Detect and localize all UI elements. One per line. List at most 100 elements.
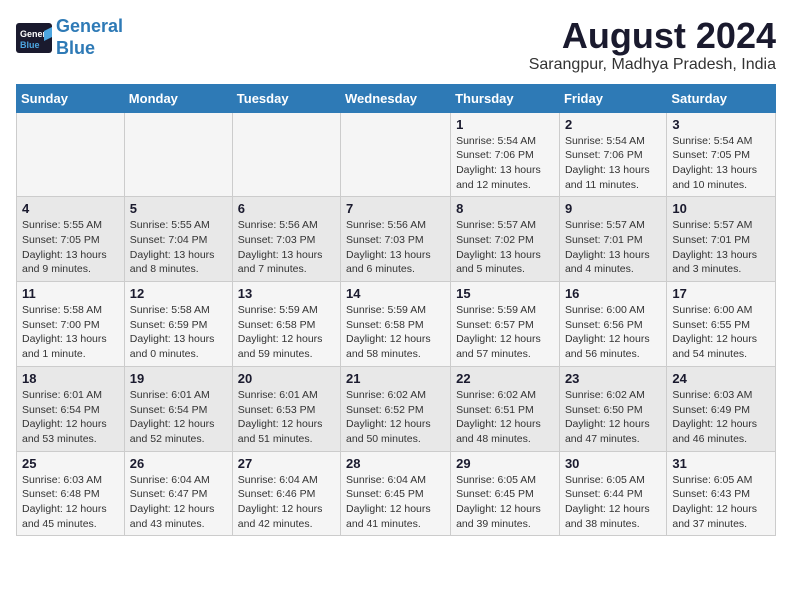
- day-cell: 19 Sunrise: 6:01 AMSunset: 6:54 PMDayligh…: [124, 366, 232, 451]
- calendar-header: SundayMondayTuesdayWednesdayThursdayFrid…: [17, 84, 776, 112]
- day-cell: 2Sunrise: 5:54 AMSunset: 7:06 PMDaylight…: [559, 112, 666, 197]
- day-number: 1: [456, 117, 554, 132]
- header-cell-friday: Friday: [559, 84, 666, 112]
- day-number: 28: [346, 456, 445, 471]
- day-cell: 14 Sunrise: 5:59 AMSunset: 6:58 PMDayligh…: [341, 282, 451, 367]
- day-cell: 17 Sunrise: 6:00 AMSunset: 6:55 PMDayligh…: [667, 282, 776, 367]
- day-cell: 5 Sunrise: 5:55 AMSunset: 7:04 PMDaylight…: [124, 197, 232, 282]
- day-detail: Sunrise: 5:59 AMSunset: 6:57 PMDaylight:…: [456, 303, 554, 362]
- day-detail: Sunrise: 6:02 AMSunset: 6:52 PMDaylight:…: [346, 388, 445, 447]
- day-cell: [232, 112, 340, 197]
- logo: General Blue General Blue: [16, 16, 123, 59]
- day-detail: Sunrise: 6:05 AMSunset: 6:45 PMDaylight:…: [456, 473, 554, 532]
- day-cell: 10Sunrise: 5:57 AMSunset: 7:01 PMDayligh…: [667, 197, 776, 282]
- day-detail: Sunrise: 6:04 AMSunset: 6:47 PMDaylight:…: [130, 473, 227, 532]
- day-detail: Sunrise: 5:58 AMSunset: 6:59 PMDaylight:…: [130, 303, 227, 362]
- day-cell: 22Sunrise: 6:02 AMSunset: 6:51 PMDayligh…: [451, 366, 560, 451]
- day-cell: 13 Sunrise: 5:59 AMSunset: 6:58 PMDayligh…: [232, 282, 340, 367]
- day-cell: 28 Sunrise: 6:04 AMSunset: 6:45 PMDayligh…: [341, 451, 451, 536]
- calendar-table: SundayMondayTuesdayWednesdayThursdayFrid…: [16, 84, 776, 537]
- day-number: 8: [456, 201, 554, 216]
- day-cell: 29 Sunrise: 6:05 AMSunset: 6:45 PMDayligh…: [451, 451, 560, 536]
- day-cell: 25 Sunrise: 6:03 AMSunset: 6:48 PMDayligh…: [17, 451, 125, 536]
- day-detail: Sunrise: 5:55 AMSunset: 7:05 PMDaylight:…: [22, 218, 119, 277]
- day-detail: Sunrise: 6:04 AMSunset: 6:46 PMDaylight:…: [238, 473, 335, 532]
- day-detail: Sunrise: 6:01 AMSunset: 6:54 PMDaylight:…: [130, 388, 227, 447]
- day-cell: 15 Sunrise: 5:59 AMSunset: 6:57 PMDayligh…: [451, 282, 560, 367]
- location-subtitle: Sarangpur, Madhya Pradesh, India: [529, 56, 776, 74]
- day-number: 18: [22, 371, 119, 386]
- week-row-1: 1 Sunrise: 5:54 AMSunset: 7:06 PMDaylight…: [17, 112, 776, 197]
- day-number: 3: [672, 117, 770, 132]
- day-cell: 7Sunrise: 5:56 AMSunset: 7:03 PMDaylight…: [341, 197, 451, 282]
- day-number: 14: [346, 286, 445, 301]
- day-number: 25: [22, 456, 119, 471]
- day-detail: Sunrise: 6:04 AMSunset: 6:45 PMDaylight:…: [346, 473, 445, 532]
- day-detail: Sunrise: 6:01 AMSunset: 6:54 PMDaylight:…: [22, 388, 119, 447]
- day-number: 17: [672, 286, 770, 301]
- day-detail: Sunrise: 5:54 AMSunset: 7:06 PMDaylight:…: [456, 134, 554, 193]
- day-number: 5: [130, 201, 227, 216]
- day-cell: 27 Sunrise: 6:04 AMSunset: 6:46 PMDayligh…: [232, 451, 340, 536]
- header-cell-wednesday: Wednesday: [341, 84, 451, 112]
- day-cell: 18 Sunrise: 6:01 AMSunset: 6:54 PMDayligh…: [17, 366, 125, 451]
- day-cell: 8 Sunrise: 5:57 AMSunset: 7:02 PMDaylight…: [451, 197, 560, 282]
- day-number: 21: [346, 371, 445, 386]
- day-cell: 23 Sunrise: 6:02 AMSunset: 6:50 PMDayligh…: [559, 366, 666, 451]
- day-detail: Sunrise: 6:05 AMSunset: 6:44 PMDaylight:…: [565, 473, 661, 532]
- day-number: 19: [130, 371, 227, 386]
- week-row-4: 18 Sunrise: 6:01 AMSunset: 6:54 PMDayligh…: [17, 366, 776, 451]
- day-number: 31: [672, 456, 770, 471]
- header-cell-saturday: Saturday: [667, 84, 776, 112]
- day-number: 24: [672, 371, 770, 386]
- day-number: 30: [565, 456, 661, 471]
- day-number: 29: [456, 456, 554, 471]
- day-number: 20: [238, 371, 335, 386]
- day-detail: Sunrise: 6:03 AMSunset: 6:48 PMDaylight:…: [22, 473, 119, 532]
- week-row-2: 4 Sunrise: 5:55 AMSunset: 7:05 PMDaylight…: [17, 197, 776, 282]
- day-number: 9: [565, 201, 661, 216]
- day-detail: Sunrise: 6:02 AMSunset: 6:51 PMDaylight:…: [456, 388, 554, 447]
- header-cell-sunday: Sunday: [17, 84, 125, 112]
- day-detail: Sunrise: 6:02 AMSunset: 6:50 PMDaylight:…: [565, 388, 661, 447]
- day-number: 23: [565, 371, 661, 386]
- day-detail: Sunrise: 6:01 AMSunset: 6:53 PMDaylight:…: [238, 388, 335, 447]
- header-cell-tuesday: Tuesday: [232, 84, 340, 112]
- day-cell: 1 Sunrise: 5:54 AMSunset: 7:06 PMDaylight…: [451, 112, 560, 197]
- month-year-title: August 2024: [529, 16, 776, 56]
- logo-icon: General Blue: [16, 23, 52, 53]
- day-detail: Sunrise: 5:59 AMSunset: 6:58 PMDaylight:…: [346, 303, 445, 362]
- day-detail: Sunrise: 5:54 AMSunset: 7:05 PMDaylight:…: [672, 134, 770, 193]
- day-detail: Sunrise: 5:55 AMSunset: 7:04 PMDaylight:…: [130, 218, 227, 277]
- day-number: 13: [238, 286, 335, 301]
- day-cell: [341, 112, 451, 197]
- day-cell: 24 Sunrise: 6:03 AMSunset: 6:49 PMDayligh…: [667, 366, 776, 451]
- day-cell: 12Sunrise: 5:58 AMSunset: 6:59 PMDayligh…: [124, 282, 232, 367]
- day-cell: 31Sunrise: 6:05 AMSunset: 6:43 PMDayligh…: [667, 451, 776, 536]
- logo-text: General Blue: [56, 16, 123, 59]
- day-detail: Sunrise: 5:59 AMSunset: 6:58 PMDaylight:…: [238, 303, 335, 362]
- day-cell: [124, 112, 232, 197]
- day-detail: Sunrise: 5:57 AMSunset: 7:02 PMDaylight:…: [456, 218, 554, 277]
- day-detail: Sunrise: 6:03 AMSunset: 6:49 PMDaylight:…: [672, 388, 770, 447]
- week-row-3: 11Sunrise: 5:58 AMSunset: 7:00 PMDayligh…: [17, 282, 776, 367]
- day-number: 10: [672, 201, 770, 216]
- day-number: 11: [22, 286, 119, 301]
- day-number: 26: [130, 456, 227, 471]
- day-cell: 26 Sunrise: 6:04 AMSunset: 6:47 PMDayligh…: [124, 451, 232, 536]
- header-cell-thursday: Thursday: [451, 84, 560, 112]
- week-row-5: 25 Sunrise: 6:03 AMSunset: 6:48 PMDayligh…: [17, 451, 776, 536]
- day-number: 4: [22, 201, 119, 216]
- day-detail: Sunrise: 6:00 AMSunset: 6:55 PMDaylight:…: [672, 303, 770, 362]
- day-detail: Sunrise: 5:57 AMSunset: 7:01 PMDaylight:…: [565, 218, 661, 277]
- title-area: August 2024 Sarangpur, Madhya Pradesh, I…: [529, 16, 776, 74]
- day-number: 15: [456, 286, 554, 301]
- day-number: 27: [238, 456, 335, 471]
- day-cell: 11Sunrise: 5:58 AMSunset: 7:00 PMDayligh…: [17, 282, 125, 367]
- day-cell: 30 Sunrise: 6:05 AMSunset: 6:44 PMDayligh…: [559, 451, 666, 536]
- day-number: 7: [346, 201, 445, 216]
- day-detail: Sunrise: 6:00 AMSunset: 6:56 PMDaylight:…: [565, 303, 661, 362]
- day-cell: 4 Sunrise: 5:55 AMSunset: 7:05 PMDaylight…: [17, 197, 125, 282]
- day-cell: 3 Sunrise: 5:54 AMSunset: 7:05 PMDaylight…: [667, 112, 776, 197]
- day-cell: 20 Sunrise: 6:01 AMSunset: 6:53 PMDayligh…: [232, 366, 340, 451]
